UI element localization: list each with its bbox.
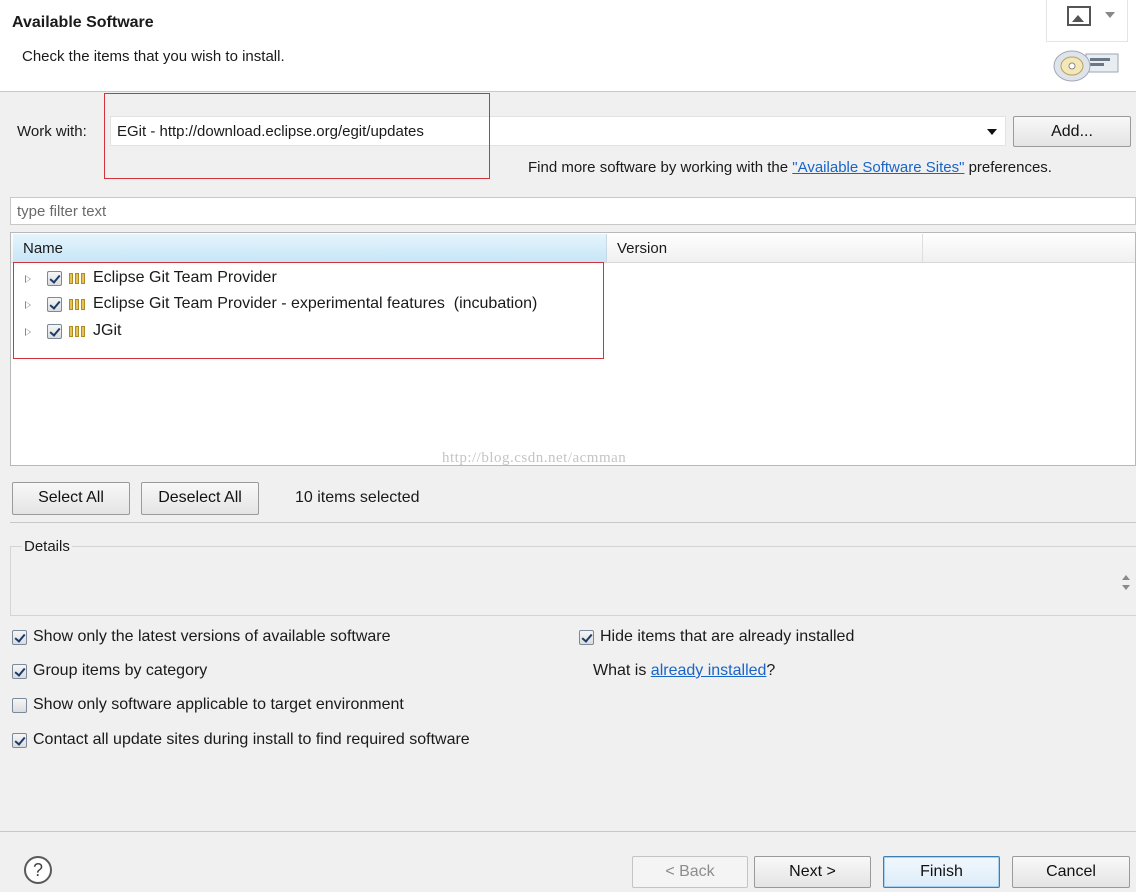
feature-group-icon [69, 299, 87, 310]
finish-button[interactable]: Finish [883, 856, 1000, 888]
available-software-sites-link[interactable]: "Available Software Sites" [792, 159, 964, 176]
next-button[interactable]: Next > [754, 856, 871, 888]
cd-install-icon [1053, 50, 1119, 82]
option-label: Hide items that are already installed [600, 628, 855, 645]
details-panel [10, 546, 1136, 616]
help-icon[interactable]: ? [24, 856, 52, 884]
checkbox[interactable] [579, 630, 594, 645]
tree-row-label: Eclipse Git Team Provider [93, 269, 277, 286]
tree-row-label: JGit [93, 322, 122, 339]
option-label: Show only the latest versions of availab… [33, 628, 391, 645]
option-label: Show only software applicable to target … [33, 696, 404, 713]
checkbox[interactable] [12, 733, 27, 748]
column-header-name[interactable]: Name [13, 234, 607, 262]
work-with-label: Work with: [17, 123, 87, 140]
column-header-version[interactable]: Version [607, 234, 923, 262]
feature-group-icon [69, 326, 87, 337]
expand-arrow-icon[interactable] [25, 301, 31, 309]
tree-row-checkbox[interactable] [47, 324, 62, 339]
checkbox[interactable] [12, 664, 27, 679]
filter-input[interactable] [11, 198, 1135, 224]
page-subtitle: Check the items that you wish to install… [22, 48, 285, 65]
details-scroll[interactable] [1118, 572, 1134, 594]
work-with-combo[interactable]: EGit - http://download.eclipse.org/egit/… [110, 116, 1006, 146]
cancel-button[interactable]: Cancel [1012, 856, 1130, 888]
tree-row-checkbox[interactable] [47, 297, 62, 312]
available-sites-hint: Find more software by working with the "… [528, 159, 1052, 176]
expand-arrow-icon[interactable] [25, 328, 31, 336]
hint-prefix: Find more software by working with the [528, 159, 793, 176]
column-header-label: Name [23, 240, 64, 257]
select-all-button[interactable]: Select All [12, 482, 130, 515]
filter-field[interactable] [10, 197, 1136, 225]
footer-separator [0, 831, 1136, 832]
scroll-up-icon[interactable] [1122, 575, 1130, 580]
what-is-prefix: What is [593, 662, 651, 679]
details-label: Details [22, 538, 72, 555]
chevron-down-icon[interactable] [987, 129, 997, 135]
wizard-header: Available Software Check the items that … [0, 0, 1136, 92]
tree-header: Name Version [11, 233, 1135, 263]
column-header-label: Version [617, 240, 668, 257]
already-installed-link[interactable]: already installed [651, 662, 767, 679]
separator [10, 522, 1136, 523]
image-menu-button[interactable] [1046, 0, 1128, 42]
tree-row-label: Eclipse Git Team Provider - experimental… [93, 295, 538, 312]
image-menu-icon [1067, 6, 1091, 26]
back-button[interactable]: < Back [632, 856, 748, 888]
software-tree[interactable]: Name Version Eclipse Git Team Provider E… [10, 232, 1136, 466]
deselect-all-button[interactable]: Deselect All [141, 482, 259, 515]
chevron-down-icon [1105, 12, 1115, 18]
scroll-down-icon[interactable] [1122, 585, 1130, 590]
selected-count: 10 items selected [295, 489, 420, 506]
tree-row-checkbox[interactable] [47, 271, 62, 286]
checkbox[interactable] [12, 698, 27, 713]
add-site-button[interactable]: Add... [1013, 116, 1131, 147]
page-title: Available Software [12, 14, 154, 31]
watermark-text: http://blog.csdn.net/acmman [442, 450, 627, 466]
work-with-value: EGit - http://download.eclipse.org/egit/… [117, 123, 424, 140]
option-label: Contact all update sites during install … [33, 731, 470, 748]
checkbox[interactable] [12, 630, 27, 645]
hint-suffix: preferences. [964, 159, 1052, 176]
option-label: Group items by category [33, 662, 208, 679]
feature-group-icon [69, 273, 87, 284]
what-is-suffix: ? [766, 662, 776, 679]
expand-arrow-icon[interactable] [25, 275, 31, 283]
what-is-installed: What is already installed? [593, 662, 775, 680]
